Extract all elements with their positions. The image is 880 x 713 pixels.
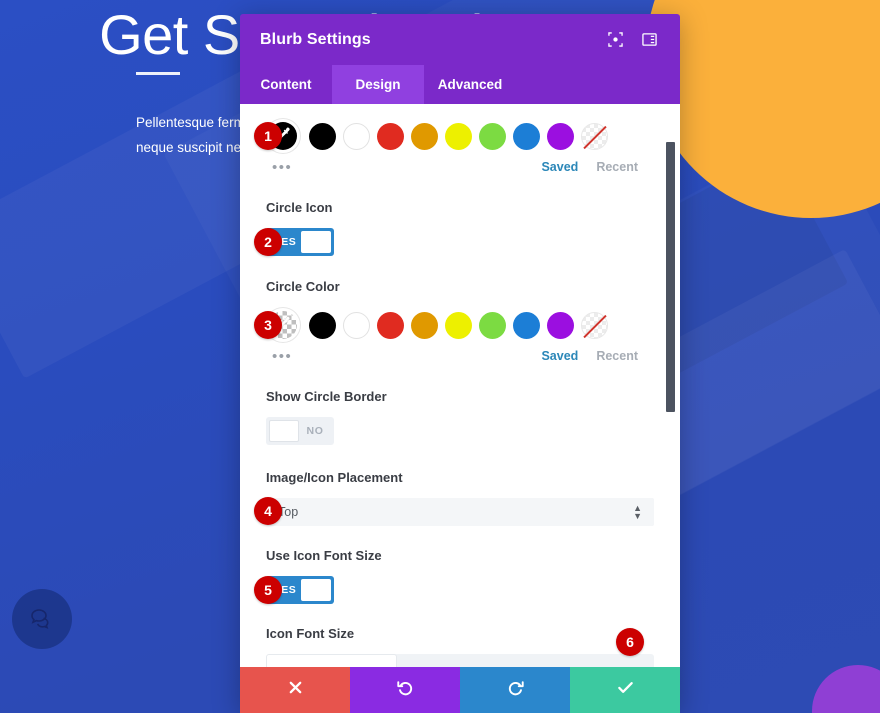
swatch-white[interactable] [343,311,370,339]
close-icon [287,679,304,701]
swatch-purple[interactable] [547,122,574,150]
swatch-orange[interactable] [411,311,438,339]
image-icon-placement-label: Image/Icon Placement [266,470,403,485]
icon-color-saved-link[interactable]: Saved [541,160,578,174]
circle-icon-label: Circle Icon [266,200,333,215]
page-background: Get Started Today Pellentesque fermentum… [0,0,880,713]
field-circle-color: Circle Color 3 ••• Saved Recent [254,279,654,368]
icon-color-recent-link[interactable]: Recent [596,160,638,174]
redo-icon [506,678,525,702]
swatch-transparent[interactable] [581,122,608,150]
swatch-yellow[interactable] [445,122,472,150]
step-badge-4: 4 [254,497,282,525]
device-tab-desktop[interactable]: Desktop [266,654,397,667]
panel-layout-icon[interactable] [636,27,662,53]
modal-title: Blurb Settings [260,30,371,48]
circle-icon-toggle-knob [301,231,331,253]
show-circle-border-toggle-text: NO [306,425,324,437]
settings-scrollbar-thumb[interactable] [666,142,675,412]
circle-color-recent-link[interactable]: Recent [596,349,638,363]
image-icon-placement-select[interactable]: Top ▲ ▼ [266,498,654,526]
fullscreen-icon[interactable] [602,27,628,53]
field-icon-font-size: Icon Font Size Desktop Tablet Phone 6 [266,626,654,667]
chat-bubble-icon [29,606,55,632]
modal-tab-bar: Content Design Advanced [240,65,680,104]
swatch-red[interactable] [377,311,404,339]
modal-body: Icon Color [240,104,680,667]
undo-icon [396,678,415,702]
modal-footer-actions [240,667,680,713]
redo-button[interactable] [460,667,570,713]
circle-color-palette-footer: ••• Saved Recent [266,344,654,368]
device-tab-tablet[interactable]: Tablet [397,654,526,668]
swatch-black[interactable] [309,311,336,339]
icon-color-swatches: 1 [254,118,654,154]
undo-button[interactable] [350,667,460,713]
device-tab-phone[interactable]: Phone [525,654,654,668]
field-image-icon-placement: Image/Icon Placement Top ▲ ▼ 4 [254,470,654,526]
swatch-green[interactable] [479,311,506,339]
swatch-orange[interactable] [411,122,438,150]
swatch-red[interactable] [377,122,404,150]
use-icon-font-size-toggle-knob [301,579,331,601]
use-icon-font-size-label: Use Icon Font Size [266,548,382,563]
show-circle-border-toggle-knob [269,420,299,442]
decorative-orange-circle [646,0,880,218]
modal-titlebar: Blurb Settings [240,14,680,65]
icon-color-palette-footer: ••• Saved Recent [266,155,654,179]
swatch-blue[interactable] [513,122,540,150]
tab-advanced[interactable]: Advanced [424,65,516,104]
field-show-circle-border: Show Circle Border NO [266,389,654,447]
swatch-green[interactable] [479,122,506,150]
cancel-button[interactable] [240,667,350,713]
tab-design[interactable]: Design [332,65,424,104]
settings-modal: Blurb Settings Content Design Advanced 1… [240,14,680,713]
icon-color-more-button[interactable]: ••• [266,160,292,175]
step-badge-6: 6 [616,628,644,656]
step-badge-5: 5 [254,576,282,604]
circle-color-saved-link[interactable]: Saved [541,349,578,363]
swatch-black[interactable] [309,122,336,150]
icon-font-size-label: Icon Font Size [266,626,355,641]
swatch-white[interactable] [343,122,370,150]
title-divider [136,72,180,75]
chat-bubble-button[interactable] [12,589,72,649]
swatch-blue[interactable] [513,311,540,339]
icon-font-size-device-tabs: Desktop Tablet Phone [266,654,654,667]
step-badge-2: 2 [254,228,282,256]
swatch-yellow[interactable] [445,311,472,339]
circle-color-swatches: 3 [254,307,654,343]
settings-scrollbar[interactable] [666,104,678,667]
chevron-updown-icon: ▲ ▼ [633,503,642,521]
tab-content[interactable]: Content [240,65,332,104]
show-circle-border-label: Show Circle Border [266,389,387,404]
step-badge-1: 1 [254,122,282,150]
checkmark-icon [616,678,635,702]
decorative-purple-circle [812,665,880,713]
swatch-purple[interactable] [547,311,574,339]
show-circle-border-toggle[interactable]: NO [266,417,334,445]
field-use-icon-font-size: Use Icon Font Size YES 5 [254,548,654,604]
circle-color-label: Circle Color [266,279,340,294]
save-button[interactable] [570,667,680,713]
step-badge-3: 3 [254,311,282,339]
swatch-transparent[interactable] [581,311,608,339]
field-icon-color: Icon Color [254,104,654,179]
circle-color-more-button[interactable]: ••• [266,349,292,364]
field-circle-icon: Circle Icon YES 2 [254,200,654,256]
settings-scroll-area: Icon Color [240,104,680,667]
icon-color-label: Icon Color [266,104,654,105]
